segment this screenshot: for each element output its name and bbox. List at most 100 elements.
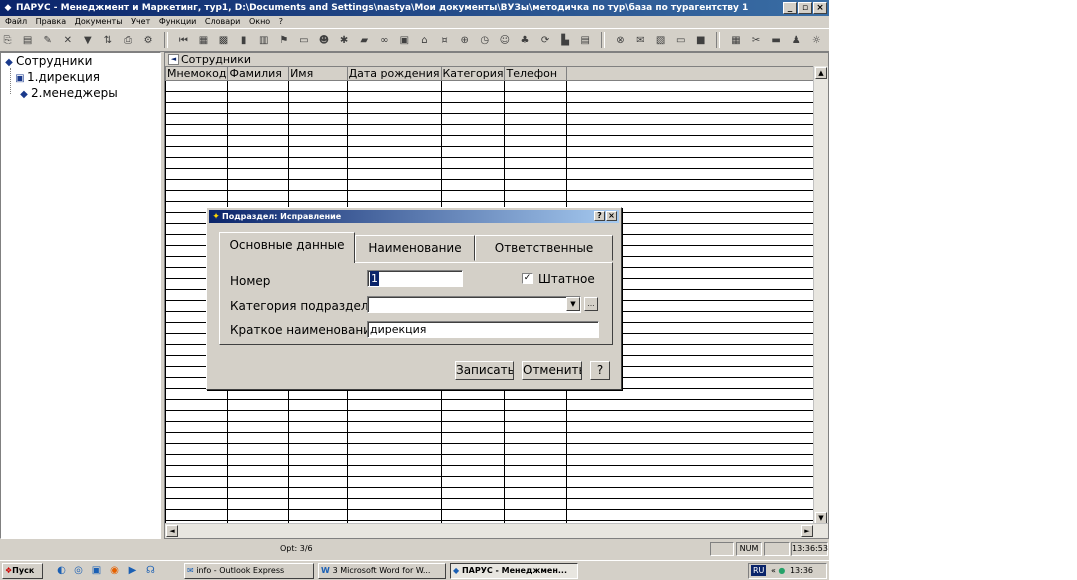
table-cell[interactable] (440, 168, 506, 180)
table-cell[interactable] (346, 135, 442, 147)
table-cell[interactable] (165, 135, 229, 147)
table-cell[interactable] (227, 443, 290, 455)
table-cell[interactable] (504, 179, 567, 191)
task-outlook[interactable]: ✉ info - Outlook Express (184, 563, 314, 579)
calc-icon[interactable]: ▣ (398, 34, 411, 47)
table-cell[interactable] (346, 498, 442, 510)
table-cell[interactable] (346, 146, 442, 158)
table-cell[interactable] (504, 454, 567, 466)
table-row[interactable] (165, 421, 828, 433)
mail-icon[interactable]: ✉ (634, 34, 647, 47)
table-cell[interactable] (227, 190, 290, 202)
save-button[interactable]: Записать (455, 361, 514, 380)
table-cell[interactable] (504, 509, 567, 521)
table-cell[interactable] (565, 80, 828, 92)
table-cell[interactable] (288, 443, 348, 455)
user-icon[interactable]: ☻ (318, 34, 331, 47)
browser-icon[interactable]: ◐ (55, 564, 68, 577)
table-cell[interactable] (227, 509, 290, 521)
table-cell[interactable] (504, 168, 567, 180)
table-cell[interactable] (227, 476, 290, 488)
table-cell[interactable] (440, 509, 506, 521)
table-cell[interactable] (227, 498, 290, 510)
table-row[interactable] (165, 443, 828, 455)
table-cell[interactable] (565, 465, 828, 477)
dialog-close-button[interactable]: × (606, 211, 617, 221)
table-cell[interactable] (504, 91, 567, 103)
table-row[interactable] (165, 476, 828, 488)
table-cell[interactable] (165, 102, 229, 114)
table-cell[interactable] (165, 476, 229, 488)
table-cell[interactable] (440, 476, 506, 488)
table-cell[interactable] (440, 421, 506, 433)
table-cell[interactable] (565, 102, 828, 114)
caption-arrow-icon[interactable]: ◄ (168, 54, 179, 65)
cart-icon[interactable]: ⊕ (458, 34, 471, 47)
table-cell[interactable] (565, 410, 828, 422)
table-cell[interactable] (227, 410, 290, 422)
table-cell[interactable] (504, 421, 567, 433)
table-cell[interactable] (165, 388, 229, 400)
table-cell[interactable] (227, 168, 290, 180)
table-cell[interactable] (165, 443, 229, 455)
table-cell[interactable] (565, 91, 828, 103)
cancel-button[interactable]: Отменить (522, 361, 582, 380)
table-cell[interactable] (346, 421, 442, 433)
tree-node-managers[interactable]: ◆ 2.менеджеры (17, 86, 118, 102)
table-cell[interactable] (227, 135, 290, 147)
clock-icon[interactable]: ◷ (478, 34, 491, 47)
category-select[interactable] (367, 296, 581, 313)
table-cell[interactable] (165, 509, 229, 521)
table-cell[interactable] (565, 190, 828, 202)
table-cell[interactable] (346, 476, 442, 488)
table-cell[interactable] (288, 509, 348, 521)
table-cell[interactable] (565, 388, 828, 400)
table-cell[interactable] (227, 157, 290, 169)
table-cell[interactable] (227, 465, 290, 477)
menu-dictionaries[interactable]: Словари (205, 17, 241, 26)
table-cell[interactable] (288, 179, 348, 191)
link-icon[interactable]: ∞ (378, 34, 391, 47)
column-header-surname[interactable]: Фамилия (227, 66, 290, 81)
vertical-scrollbar[interactable]: ▲ ▼ (813, 66, 828, 525)
table-cell[interactable] (565, 157, 828, 169)
scroll-right-icon[interactable]: ► (801, 525, 813, 537)
scroll-up-icon[interactable]: ▲ (815, 67, 827, 79)
table-cell[interactable] (165, 168, 229, 180)
table-row[interactable] (165, 498, 828, 510)
table-cell[interactable] (504, 388, 567, 400)
table-cell[interactable] (346, 80, 442, 92)
table-cell[interactable] (288, 168, 348, 180)
table-cell[interactable] (165, 399, 229, 411)
table-cell[interactable] (504, 80, 567, 92)
table-cell[interactable] (440, 135, 506, 147)
table-cell[interactable] (227, 146, 290, 158)
table-row[interactable] (165, 399, 828, 411)
table-cell[interactable] (165, 432, 229, 444)
table-row[interactable] (165, 432, 828, 444)
table-cell[interactable] (346, 509, 442, 521)
delete-icon[interactable]: ✕ (61, 34, 74, 47)
table-icon[interactable]: ▦ (197, 34, 210, 47)
table-cell[interactable] (565, 498, 828, 510)
player-icon[interactable]: ▶ (126, 564, 139, 577)
table-cell[interactable] (165, 146, 229, 158)
table-cell[interactable] (346, 388, 442, 400)
tree-icon[interactable]: ♣ (518, 34, 531, 47)
table-cell[interactable] (440, 487, 506, 499)
table-cell[interactable] (227, 91, 290, 103)
start-button[interactable]: ❖Пуск (2, 563, 43, 579)
table-row[interactable] (165, 509, 828, 521)
desktop-icon[interactable]: ▣ (90, 564, 103, 577)
table-row[interactable] (165, 410, 828, 422)
table-cell[interactable] (346, 443, 442, 455)
table-cell[interactable] (227, 179, 290, 191)
table-row[interactable] (165, 135, 828, 147)
outlook-icon[interactable]: ◎ (72, 564, 85, 577)
table-cell[interactable] (227, 102, 290, 114)
table-cell[interactable] (504, 443, 567, 455)
table-cell[interactable] (288, 91, 348, 103)
flag-icon[interactable]: ⚑ (277, 34, 290, 47)
table-cell[interactable] (565, 443, 828, 455)
staff-checkbox[interactable]: ✓ (522, 273, 533, 284)
